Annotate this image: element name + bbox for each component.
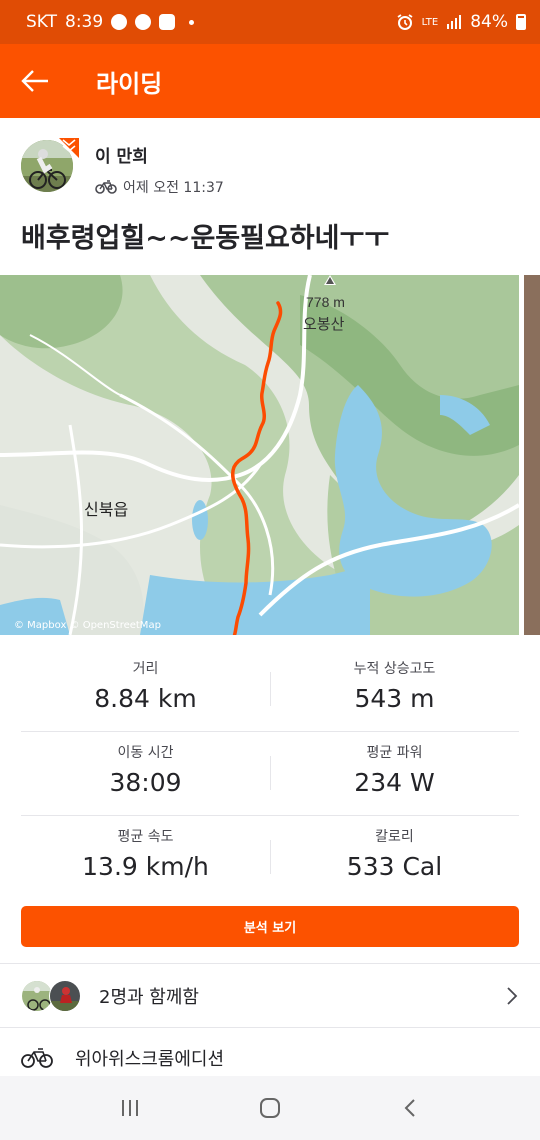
gallery-icon <box>159 14 176 30</box>
talk-icon <box>135 14 152 30</box>
stat-moving-time: 이동 시간 38:09 <box>21 732 270 815</box>
stats-row: 평균 속도 13.9 km/h 칼로리 533 Cal <box>21 816 519 900</box>
stat-label: 평균 파워 <box>366 745 423 761</box>
stats-row: 이동 시간 38:09 평균 파워 234 W <box>21 732 519 816</box>
stat-distance: 거리 8.84 km <box>21 648 270 731</box>
stat-label: 칼로리 <box>375 829 414 845</box>
stat-label: 누적 상승고도 <box>353 661 436 677</box>
author-header[interactable]: 이 만희 어제 오전 11:37 <box>21 138 224 197</box>
status-bar: SKT 8:39 LTE 84% <box>0 0 540 44</box>
bicycle-icon <box>95 180 117 194</box>
stat-calories: 칼로리 533 Cal <box>270 816 519 900</box>
system-nav-bar <box>0 1076 540 1140</box>
divider <box>270 840 271 874</box>
stat-value: 8.84 km <box>94 684 197 713</box>
stats-grid: 거리 8.84 km 누적 상승고도 543 m 이동 시간 38:09 평균 … <box>21 648 519 900</box>
stat-avg-speed: 평균 속도 13.9 km/h <box>21 816 270 900</box>
avatar <box>49 979 81 1012</box>
recents-button[interactable] <box>100 1088 160 1128</box>
stat-value: 38:09 <box>109 768 182 797</box>
home-button[interactable] <box>240 1088 300 1128</box>
activity-title: 배후령업힐~~운동필요하네ㅜㅜ <box>21 223 390 254</box>
alarm-icon <box>397 14 413 30</box>
clock: 8:39 <box>65 12 104 32</box>
arrow-left-icon <box>21 70 48 92</box>
route-map[interactable]: 778 m 오봉산 신북읍 © Mapbox © OpenStreetMap <box>0 275 519 635</box>
author-avatar[interactable] <box>21 138 79 194</box>
stat-value: 543 m <box>354 684 435 713</box>
stat-elevation-gain: 누적 상승고도 543 m <box>270 648 519 731</box>
author-name[interactable]: 이 만희 <box>95 142 224 167</box>
stat-value: 234 W <box>354 768 435 797</box>
subscriber-badge-icon <box>59 138 79 158</box>
peak-elevation: 778 m <box>306 294 345 310</box>
battery-percent: 84% <box>470 12 508 32</box>
back-button[interactable] <box>0 44 70 118</box>
town-label: 신북읍 <box>84 500 128 519</box>
divider <box>270 756 271 790</box>
peak-name: 오봉산 <box>303 315 345 333</box>
divider <box>0 1027 540 1028</box>
gear-row[interactable]: 위아위스크롬에디션 <box>21 1045 224 1071</box>
view-analysis-button[interactable]: 분석 보기 <box>21 906 519 947</box>
recents-icon <box>122 1100 138 1116</box>
more-notifications-dot <box>189 19 195 25</box>
next-photo-preview[interactable] <box>524 275 540 635</box>
stat-label: 이동 시간 <box>117 745 174 761</box>
carrier: SKT <box>26 12 58 32</box>
chevron-right-icon <box>507 987 518 1005</box>
map-attribution: © Mapbox © OpenStreetMap <box>14 620 161 631</box>
divider <box>270 672 271 706</box>
group-activity-row[interactable]: 2명과 함께함 <box>0 964 540 1027</box>
network-type: LTE <box>421 16 439 28</box>
stat-value: 13.9 km/h <box>82 852 209 881</box>
bicycle-icon <box>21 1048 53 1068</box>
battery-icon <box>516 14 526 30</box>
signal-icon <box>447 15 462 29</box>
home-icon <box>260 1098 280 1118</box>
chat-icon <box>111 14 128 30</box>
stat-avg-power: 평균 파워 234 W <box>270 732 519 815</box>
stat-value: 533 Cal <box>346 852 443 881</box>
group-avatars <box>21 979 83 1012</box>
activity-datetime: 어제 오전 11:37 <box>123 180 224 196</box>
stats-row: 거리 8.84 km 누적 상승고도 543 m <box>21 648 519 732</box>
group-text: 2명과 함께함 <box>99 986 199 1008</box>
app-bar: 라이딩 <box>0 44 540 118</box>
stat-label: 평균 속도 <box>117 829 174 845</box>
chevron-left-icon <box>404 1099 415 1117</box>
page-title: 라이딩 <box>96 69 163 98</box>
back-nav-button[interactable] <box>380 1088 440 1128</box>
stat-label: 거리 <box>132 661 159 677</box>
gear-name: 위아위스크롬에디션 <box>75 1049 225 1070</box>
